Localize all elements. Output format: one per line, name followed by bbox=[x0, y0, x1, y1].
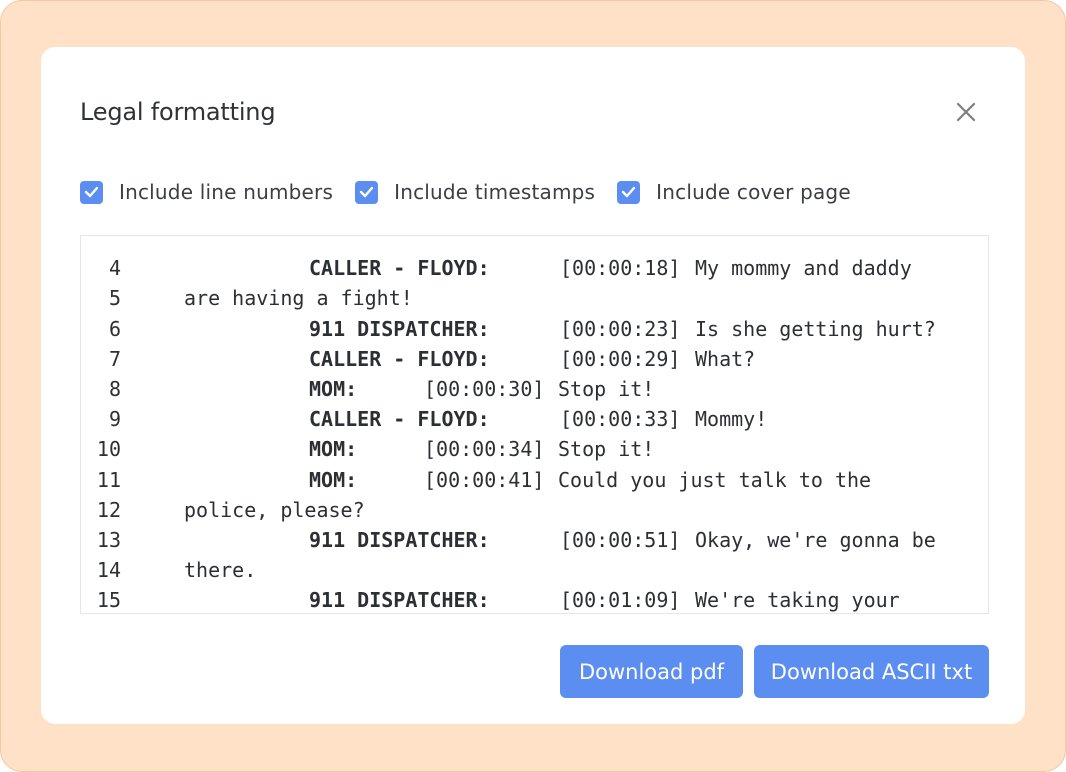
line-numbers-checkbox[interactable] bbox=[80, 180, 103, 204]
timestamp: [00:00:41] bbox=[424, 467, 545, 492]
cover-page-checkbox[interactable] bbox=[617, 180, 641, 204]
download-ascii-txt-button[interactable]: Download ASCII txt bbox=[754, 645, 989, 698]
download-pdf-button[interactable]: Download pdf bbox=[560, 645, 743, 698]
utterance-continuation: are having a fight! bbox=[184, 286, 413, 311]
speaker-label: 911 DISPATCHER: bbox=[309, 588, 490, 613]
timestamp: [00:00:18] bbox=[560, 256, 681, 281]
transcript-line: 8 MOM: [00:00:30] Stop it! bbox=[81, 374, 988, 404]
utterance-text: Stop it! bbox=[558, 376, 655, 401]
transcript-line: 6 911 DISPATCHER: [00:00:23] Is she getting… bbox=[81, 314, 988, 344]
checkmark-icon bbox=[359, 186, 374, 198]
timestamp: [00:00:33] bbox=[560, 407, 681, 432]
line-number: 11 bbox=[96, 467, 121, 492]
timestamp: [00:00:23] bbox=[560, 316, 681, 341]
line-numbers-label: Include line numbers bbox=[119, 180, 334, 204]
transcript-line: 5 are having a fight! bbox=[81, 283, 988, 313]
transcript-preview[interactable]: 3 4 CALLER - FLOYD: [00:00:18] My mommy and … bbox=[80, 235, 989, 614]
timestamp: [00:01:09] bbox=[560, 588, 681, 613]
utterance-text: We're taking your bbox=[695, 588, 900, 613]
timestamp: [00:00:51] bbox=[560, 527, 681, 552]
utterance-text: Mommy! bbox=[695, 407, 768, 432]
utterance-text: What? bbox=[695, 346, 756, 371]
legal-formatting-dialog: Legal formatting Include line numbers In… bbox=[41, 47, 1025, 724]
line-number: 5 bbox=[108, 286, 121, 311]
transcript-line: 14 there. bbox=[81, 555, 988, 585]
transcript-line: 3 bbox=[81, 236, 988, 253]
transcript-line: 15 911 DISPATCHER: [00:01:09] We're taking … bbox=[81, 585, 988, 613]
timestamp: [00:00:30] bbox=[424, 376, 545, 401]
close-icon bbox=[956, 102, 976, 122]
option-line-numbers[interactable]: Include line numbers bbox=[80, 180, 333, 204]
transcript-line: 9 CALLER - FLOYD: [00:00:33] Mommy! bbox=[81, 404, 988, 434]
checkmark-icon bbox=[84, 186, 99, 198]
speaker-label: CALLER - FLOYD: bbox=[309, 407, 490, 432]
line-number: 15 bbox=[96, 588, 121, 613]
speaker-label: MOM: bbox=[309, 437, 358, 462]
transcript-line: 10 MOM: [00:00:34] Stop it! bbox=[81, 434, 988, 464]
speaker-label: 911 DISPATCHER: bbox=[309, 316, 490, 341]
speaker-label: MOM: bbox=[309, 376, 358, 401]
line-number: 8 bbox=[108, 376, 121, 401]
option-timestamps[interactable]: Include timestamps bbox=[355, 180, 595, 204]
utterance-text: Is she getting hurt? bbox=[695, 316, 936, 341]
transcript-line: 12 police, please? bbox=[81, 495, 988, 525]
transcript-line: 13 911 DISPATCHER: [00:00:51] Okay, we're g… bbox=[81, 525, 988, 555]
line-number: 9 bbox=[108, 407, 121, 432]
speaker-label: 911 DISPATCHER: bbox=[309, 527, 490, 552]
format-options: Include line numbers Include timestamps … bbox=[80, 180, 851, 204]
transcript-lines: 3 4 CALLER - FLOYD: [00:00:18] My mommy and … bbox=[81, 236, 988, 613]
timestamp: [00:00:29] bbox=[560, 346, 681, 371]
line-number: 14 bbox=[96, 558, 121, 583]
transcript-line: 4 CALLER - FLOYD: [00:00:18] My mommy and d… bbox=[81, 253, 988, 283]
utterance-continuation: there. bbox=[184, 558, 257, 583]
transcript-line: 11 MOM: [00:00:41] Could you just talk to t… bbox=[81, 465, 988, 495]
line-number: 4 bbox=[108, 256, 121, 281]
line-number: 6 bbox=[108, 316, 121, 341]
option-cover-page[interactable]: Include cover page bbox=[617, 180, 851, 204]
line-number: 12 bbox=[96, 497, 121, 522]
close-button[interactable] bbox=[953, 99, 979, 125]
speaker-label: CALLER - FLOYD: bbox=[309, 346, 490, 371]
utterance-continuation: police, please? bbox=[184, 497, 365, 522]
utterance-text: Could you just talk to the bbox=[558, 467, 872, 492]
speaker-label: CALLER - FLOYD: bbox=[309, 256, 490, 281]
checkmark-icon bbox=[621, 186, 636, 198]
utterance-text: Okay, we're gonna be bbox=[695, 527, 936, 552]
dialog-title: Legal formatting bbox=[80, 98, 276, 126]
cover-page-label: Include cover page bbox=[656, 180, 851, 204]
timestamps-checkbox[interactable] bbox=[355, 180, 379, 204]
timestamp: [00:00:34] bbox=[424, 437, 545, 462]
timestamps-label: Include timestamps bbox=[394, 180, 596, 204]
transcript-line: 7 CALLER - FLOYD: [00:00:29] What? bbox=[81, 344, 988, 374]
utterance-text: My mommy and daddy bbox=[695, 256, 912, 281]
utterance-text: Stop it! bbox=[558, 437, 655, 462]
line-number: 7 bbox=[108, 346, 121, 371]
line-number: 10 bbox=[96, 437, 121, 462]
speaker-label: MOM: bbox=[309, 467, 358, 492]
line-number: 13 bbox=[96, 527, 121, 552]
